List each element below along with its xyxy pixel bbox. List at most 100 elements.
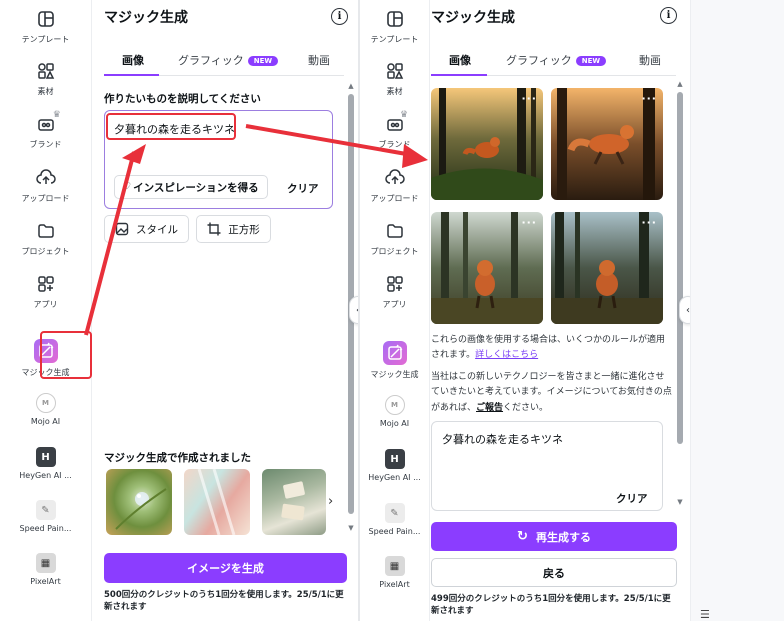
scroll-down-arrow[interactable]: ▼ bbox=[347, 524, 355, 532]
annotation-box-magic-generate bbox=[40, 331, 92, 379]
crown-icon: ♛ bbox=[400, 110, 409, 120]
rail-item-pixelart[interactable]: ▦ PixelArt bbox=[0, 553, 91, 586]
rail-item-upload[interactable]: アップロード bbox=[0, 167, 91, 204]
rail-item-mojo-ai[interactable]: M Mojo AI bbox=[360, 395, 429, 428]
more-options-icon[interactable]: ··· bbox=[521, 92, 537, 105]
rail-item-speed-paint[interactable]: ✎ Speed Pain... bbox=[360, 503, 429, 536]
rail-label: PixelArt bbox=[30, 577, 61, 586]
rail-label: アプリ bbox=[382, 300, 407, 309]
more-options-icon[interactable]: ··· bbox=[641, 216, 657, 229]
collapse-panel-handle[interactable]: ‹ bbox=[679, 296, 690, 324]
apps-icon bbox=[35, 273, 57, 295]
heygen-icon: H bbox=[384, 449, 405, 469]
rail-item-magic-generate[interactable]: マジック生成 bbox=[360, 341, 429, 380]
rail-item-projects[interactable]: プロジェクト bbox=[0, 220, 91, 257]
side-rail: テンプレート 素材 ♛ ブランド アップロード プロジェクト アプリ マジック生… bbox=[0, 0, 92, 621]
rail-item-elements[interactable]: 素材 bbox=[360, 60, 429, 97]
learn-more-link[interactable]: 詳しくはこちら bbox=[475, 350, 538, 360]
credit-notice: 500回分のクレジットのうち1回分を使用します。25/5/1に更新されます bbox=[104, 590, 344, 612]
new-badge: NEW bbox=[575, 56, 607, 66]
tab-graphic[interactable]: グラフィック NEW bbox=[178, 52, 279, 68]
rail-item-pixelart[interactable]: ▦ PixelArt bbox=[360, 556, 429, 589]
tab-image[interactable]: 画像 bbox=[122, 52, 144, 68]
report-link[interactable]: ご報告 bbox=[476, 403, 503, 413]
generated-image-1[interactable]: ··· bbox=[431, 88, 543, 200]
scroll-thumb[interactable] bbox=[677, 92, 683, 444]
rail-item-elements[interactable]: 素材 bbox=[0, 60, 91, 97]
prompt-textarea[interactable]: 夕暮れの森を走るキツネ クリア bbox=[431, 421, 663, 511]
clear-button[interactable]: クリア bbox=[287, 181, 319, 196]
carousel-next-icon[interactable]: › bbox=[328, 494, 333, 509]
tab-video[interactable]: 動画 bbox=[639, 52, 661, 68]
rail-label: アプリ bbox=[33, 300, 58, 309]
rail-label: ブランド bbox=[378, 140, 411, 149]
crown-icon: ♛ bbox=[52, 110, 61, 120]
tab-bar: 画像 グラフィック NEW 動画 bbox=[104, 42, 344, 76]
collapse-panel-handle[interactable]: ‹ bbox=[349, 296, 358, 324]
tab-bar: 画像 グラフィック NEW 動画 bbox=[431, 42, 676, 76]
rail-item-brand[interactable]: ♛ ブランド bbox=[0, 110, 91, 150]
tab-image[interactable]: 画像 bbox=[449, 52, 471, 68]
rail-item-speed-paint[interactable]: ✎ Speed Pain... bbox=[0, 500, 91, 533]
credit-notice: 499回分のクレジットのうち1回分を使用します。25/5/1に更新されます bbox=[431, 594, 671, 616]
example-thumbnail-dewdrop[interactable] bbox=[106, 469, 172, 535]
panel-title: マジック生成 bbox=[104, 10, 188, 26]
active-tab-indicator bbox=[104, 74, 159, 76]
rail-label: テンプレート bbox=[370, 35, 419, 44]
info-icon[interactable]: i bbox=[660, 7, 677, 24]
lightbulb-icon: ♡ bbox=[123, 182, 132, 192]
scroll-up-arrow[interactable]: ▲ bbox=[347, 82, 355, 90]
rail-item-templates[interactable]: テンプレート bbox=[360, 8, 429, 45]
rail-label: Mojo AI bbox=[379, 419, 410, 428]
more-options-icon[interactable]: ··· bbox=[641, 92, 657, 105]
template-icon bbox=[35, 8, 57, 30]
generate-image-button[interactable]: イメージを生成 bbox=[104, 553, 347, 583]
menu-lines-icon[interactable]: ☰ bbox=[700, 608, 710, 621]
pixelart-icon: ▦ bbox=[384, 556, 405, 576]
rail-item-templates[interactable]: テンプレート bbox=[0, 8, 91, 45]
aspect-ratio-button[interactable]: 正方形 bbox=[196, 215, 271, 243]
regenerate-button[interactable]: ↻ 再生成する bbox=[431, 522, 677, 551]
example-thumbnail-floral[interactable] bbox=[262, 469, 326, 535]
right-screenshot: テンプレート 素材 ♛ ブランド アップロード プロジェクト アプリ マジック生… bbox=[360, 0, 690, 621]
generated-image-3[interactable]: ··· bbox=[431, 212, 543, 324]
speed-paint-icon: ✎ bbox=[35, 500, 56, 520]
rail-item-apps[interactable]: アプリ bbox=[360, 273, 429, 310]
tab-graphic[interactable]: グラフィック NEW bbox=[506, 52, 607, 68]
elements-icon bbox=[384, 60, 406, 82]
rail-item-upload[interactable]: アップロード bbox=[360, 167, 429, 204]
back-button[interactable]: 戻る bbox=[431, 558, 677, 587]
rail-label: Speed Pain... bbox=[368, 527, 421, 536]
example-thumbnail-glass[interactable] bbox=[184, 469, 250, 535]
usage-rules-notice: これらの画像を使用する場合は、いくつかのルールが適用されます。詳しくはこちら bbox=[431, 335, 666, 361]
rail-item-projects[interactable]: プロジェクト bbox=[360, 220, 429, 257]
generated-image-4[interactable]: ··· bbox=[551, 212, 663, 324]
scroll-up-arrow[interactable]: ▲ bbox=[676, 80, 684, 88]
more-options-icon[interactable]: ··· bbox=[521, 216, 537, 229]
pixelart-icon: ▦ bbox=[35, 553, 56, 573]
rail-item-apps[interactable]: アプリ bbox=[0, 273, 91, 310]
info-icon[interactable]: i bbox=[331, 8, 348, 25]
rail-label: 素材 bbox=[386, 87, 403, 96]
clear-button[interactable]: クリア bbox=[616, 491, 648, 506]
apps-icon bbox=[384, 273, 406, 295]
prompt-text: 夕暮れの森を走るキツネ bbox=[442, 433, 563, 446]
rail-label: PixelArt bbox=[379, 580, 410, 589]
crop-icon bbox=[207, 222, 221, 236]
image-icon bbox=[115, 222, 129, 236]
style-button[interactable]: スタイル bbox=[104, 215, 189, 243]
rail-item-mojo-ai[interactable]: M Mojo AI bbox=[0, 393, 91, 426]
heygen-icon: H bbox=[35, 447, 56, 467]
scroll-down-arrow[interactable]: ▼ bbox=[676, 498, 684, 506]
inspiration-button[interactable]: ♡ インスピレーションを得る bbox=[114, 175, 268, 199]
rail-label: マジック生成 bbox=[370, 370, 419, 379]
rail-item-heygen[interactable]: H HeyGen AI ... bbox=[360, 449, 429, 482]
rail-item-brand[interactable]: ♛ ブランド bbox=[360, 110, 429, 150]
active-tab-indicator bbox=[431, 74, 487, 76]
rail-label: Mojo AI bbox=[30, 417, 61, 426]
generated-image-2[interactable]: ··· bbox=[551, 88, 663, 200]
panel-scrollbar[interactable]: ▲ ▼ bbox=[676, 80, 684, 508]
rail-item-heygen[interactable]: H HeyGen AI ... bbox=[0, 447, 91, 480]
rail-label: アップロード bbox=[21, 194, 70, 203]
tab-video[interactable]: 動画 bbox=[308, 52, 330, 68]
